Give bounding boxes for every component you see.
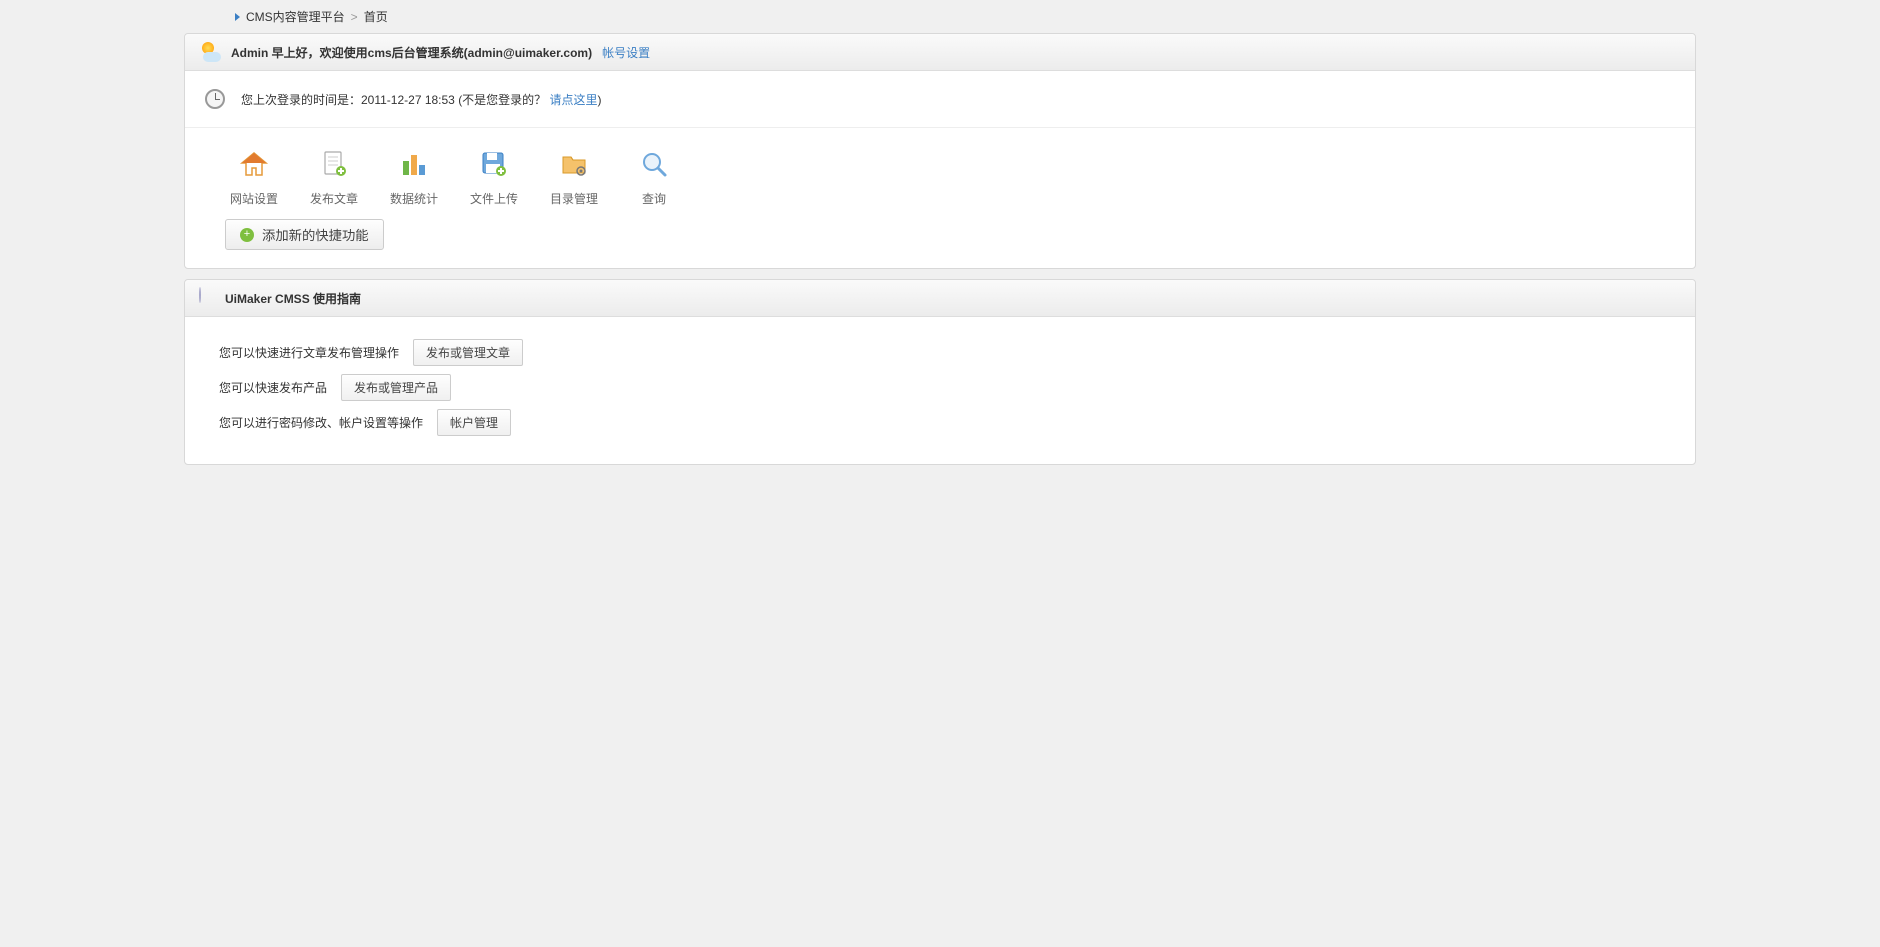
guide-panel: UiMaker CMSS 使用指南 您可以快速进行文章发布管理操作 发布或管理文…: [184, 279, 1696, 465]
guide-desc: 您可以快速进行文章发布管理操作: [219, 344, 399, 361]
document-plus-icon: [318, 148, 350, 180]
add-shortcut-row: + 添加新的快捷功能: [185, 219, 1695, 268]
breadcrumb-sep: >: [351, 10, 358, 24]
welcome-text: Admin 早上好，欢迎使用cms后台管理系统(admin@uimaker.co…: [231, 44, 592, 61]
shortcut-label: 数据统计: [385, 190, 443, 207]
guide-row-account: 您可以进行密码修改、帐户设置等操作 帐户管理: [219, 409, 1661, 436]
manage-articles-button[interactable]: 发布或管理文章: [413, 339, 523, 366]
shortcut-label: 目录管理: [545, 190, 603, 207]
home-icon: [238, 148, 270, 180]
guide-desc: 您可以进行密码修改、帐户设置等操作: [219, 414, 423, 431]
guide-row-articles: 您可以快速进行文章发布管理操作 发布或管理文章: [219, 339, 1661, 366]
folder-gear-icon: [558, 148, 590, 180]
shortcut-publish-article[interactable]: 发布文章: [305, 148, 363, 207]
add-shortcut-button[interactable]: + 添加新的快捷功能: [225, 219, 384, 250]
shortcut-directory-manage[interactable]: 目录管理: [545, 148, 603, 207]
shortcut-site-settings[interactable]: 网站设置: [225, 148, 283, 207]
add-shortcut-label: 添加新的快捷功能: [262, 225, 369, 244]
guide-header: UiMaker CMSS 使用指南: [185, 280, 1695, 317]
login-prefix: 您上次登录的时间是：2011-12-27 18:53 (不是您登录的？: [241, 93, 546, 107]
clock-icon: [205, 89, 225, 109]
account-manage-button[interactable]: 帐户管理: [437, 409, 511, 436]
search-icon: [638, 148, 670, 180]
shortcut-label: 文件上传: [465, 190, 523, 207]
account-settings-link[interactable]: 帐号设置: [602, 44, 650, 61]
last-login-text: 您上次登录的时间是：2011-12-27 18:53 (不是您登录的？ 请点这里…: [241, 91, 602, 108]
guide-title: UiMaker CMSS 使用指南: [225, 290, 361, 307]
shortcuts-grid: 网站设置 发布文章: [185, 128, 1695, 219]
breadcrumb-root[interactable]: CMS内容管理平台: [246, 8, 345, 25]
floppy-plus-icon: [478, 148, 510, 180]
shortcut-file-upload[interactable]: 文件上传: [465, 148, 523, 207]
guide-desc: 您可以快速发布产品: [219, 379, 327, 396]
guide-row-products: 您可以快速发布产品 发布或管理产品: [219, 374, 1661, 401]
weather-icon: [199, 42, 221, 62]
manage-products-button[interactable]: 发布或管理产品: [341, 374, 451, 401]
shortcut-data-stats[interactable]: 数据统计: [385, 148, 443, 207]
last-login-row: 您上次登录的时间是：2011-12-27 18:53 (不是您登录的？ 请点这里…: [185, 71, 1695, 128]
main-panel: Admin 早上好，欢迎使用cms后台管理系统(admin@uimaker.co…: [184, 33, 1696, 269]
welcome-bar: Admin 早上好，欢迎使用cms后台管理系统(admin@uimaker.co…: [185, 34, 1695, 71]
bulb-icon: [199, 288, 215, 308]
shortcut-label: 网站设置: [225, 190, 283, 207]
bar-chart-icon: [398, 148, 430, 180]
shortcut-search[interactable]: 查询: [625, 148, 683, 207]
login-suffix: ): [598, 93, 602, 107]
guide-body: 您可以快速进行文章发布管理操作 发布或管理文章 您可以快速发布产品 发布或管理产…: [185, 317, 1695, 464]
shortcut-label: 发布文章: [305, 190, 363, 207]
breadcrumb-arrow-icon: [235, 13, 240, 21]
breadcrumb: CMS内容管理平台 > 首页: [0, 0, 1880, 33]
plus-circle-icon: +: [240, 228, 254, 242]
shortcut-label: 查询: [625, 190, 683, 207]
not-you-link[interactable]: 请点这里: [550, 93, 598, 107]
breadcrumb-current[interactable]: 首页: [364, 8, 388, 25]
